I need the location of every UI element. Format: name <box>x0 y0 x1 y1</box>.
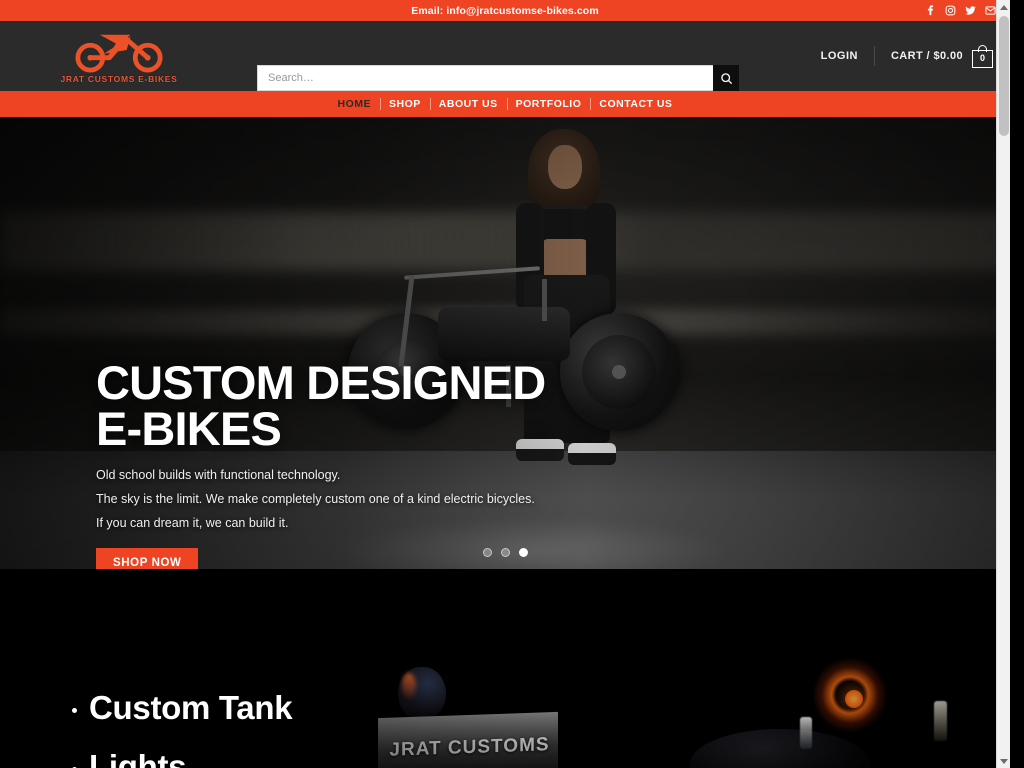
search-form <box>257 65 739 91</box>
top-bar: Email: info@jratcustomse-bikes.com <box>0 0 1010 21</box>
logo-text: JRAT CUSTOMS E-BIKES <box>60 73 178 84</box>
hero-title-line-2: E-BIKES <box>96 402 282 456</box>
email-icon[interactable] <box>985 5 996 16</box>
nav-item-about-us[interactable]: ABOUT US <box>429 91 507 117</box>
bullet-icon <box>72 708 77 713</box>
site-header: JRAT CUSTOMS E-BIKES LOGIN CART / $0.00 … <box>0 21 1010 91</box>
chevron-up-icon <box>1000 4 1008 10</box>
feature-item-custom-tank: Custom Tank <box>72 689 293 726</box>
chevron-down-icon <box>1000 758 1008 764</box>
nav-item-home[interactable]: HOME <box>329 91 381 117</box>
page-scrollbar[interactable] <box>996 0 1010 768</box>
bicycle-logo-icon <box>75 34 163 73</box>
twitter-icon[interactable] <box>965 5 976 16</box>
features-section: JRAT CUSTOMS Custom Tank Lights <box>0 569 1010 768</box>
contact-email: Email: info@jratcustomse-bikes.com <box>411 4 599 17</box>
hero-title: CUSTOM DESIGNED E-BIKES <box>96 356 566 456</box>
instagram-icon[interactable] <box>945 5 956 16</box>
cart-bag-icon: 0 <box>972 44 993 68</box>
feature-item-lights: Lights <box>72 750 292 768</box>
carousel-dot-3[interactable] <box>518 548 528 557</box>
site-logo[interactable]: JRAT CUSTOMS E-BIKES <box>0 29 220 84</box>
cart-bag-body: 0 <box>972 49 993 68</box>
search-button[interactable] <box>713 65 739 91</box>
main-navigation: HOME SHOP ABOUT US PORTFOLIO CONTACT US <box>0 91 1010 117</box>
scrollbar-up-arrow[interactable] <box>997 0 1010 14</box>
facebook-icon[interactable] <box>925 5 936 16</box>
social-links <box>925 0 996 21</box>
login-link[interactable]: LOGIN <box>805 50 874 62</box>
hero-description-line-1: Old school builds with functional techno… <box>96 468 341 483</box>
page-root: Email: info@jratcustomse-bikes.com JRAT … <box>0 0 1010 768</box>
hero-description-line-3: If you can dream it, we can build it. <box>96 516 289 531</box>
hero-slider: CUSTOM DESIGNED E-BIKES Old school build… <box>0 117 1010 569</box>
hero-caption: CUSTOM DESIGNED E-BIKES Old school build… <box>96 356 566 569</box>
search-icon <box>720 72 732 84</box>
feature-label: Custom Tank <box>89 689 293 726</box>
header-actions: LOGIN CART / $0.00 0 <box>805 21 995 91</box>
hero-description-line-2: The sky is the limit. We make completely… <box>96 492 535 507</box>
scrollbar-thumb[interactable] <box>999 16 1009 136</box>
scrollbar-down-arrow[interactable] <box>997 754 1010 768</box>
hero-title-line-1: CUSTOM DESIGNED <box>96 356 546 409</box>
nav-item-portfolio[interactable]: PORTFOLIO <box>506 91 591 117</box>
cart-button[interactable]: CART / $0.00 0 <box>875 44 995 68</box>
carousel-dot-2[interactable] <box>500 548 510 557</box>
carousel-dots <box>0 548 1010 557</box>
carousel-dot-1[interactable] <box>482 548 492 557</box>
features-list: Custom Tank Lights <box>72 689 293 768</box>
cart-item-count: 0 <box>979 53 985 63</box>
feature-label: Lights <box>89 748 187 768</box>
nav-item-shop[interactable]: SHOP <box>380 91 430 117</box>
cart-total-label: CART / $0.00 <box>890 50 963 62</box>
hero-description: Old school builds with functional techno… <box>96 468 566 530</box>
search-input[interactable] <box>257 65 713 91</box>
nav-item-contact-us[interactable]: CONTACT US <box>590 91 681 117</box>
